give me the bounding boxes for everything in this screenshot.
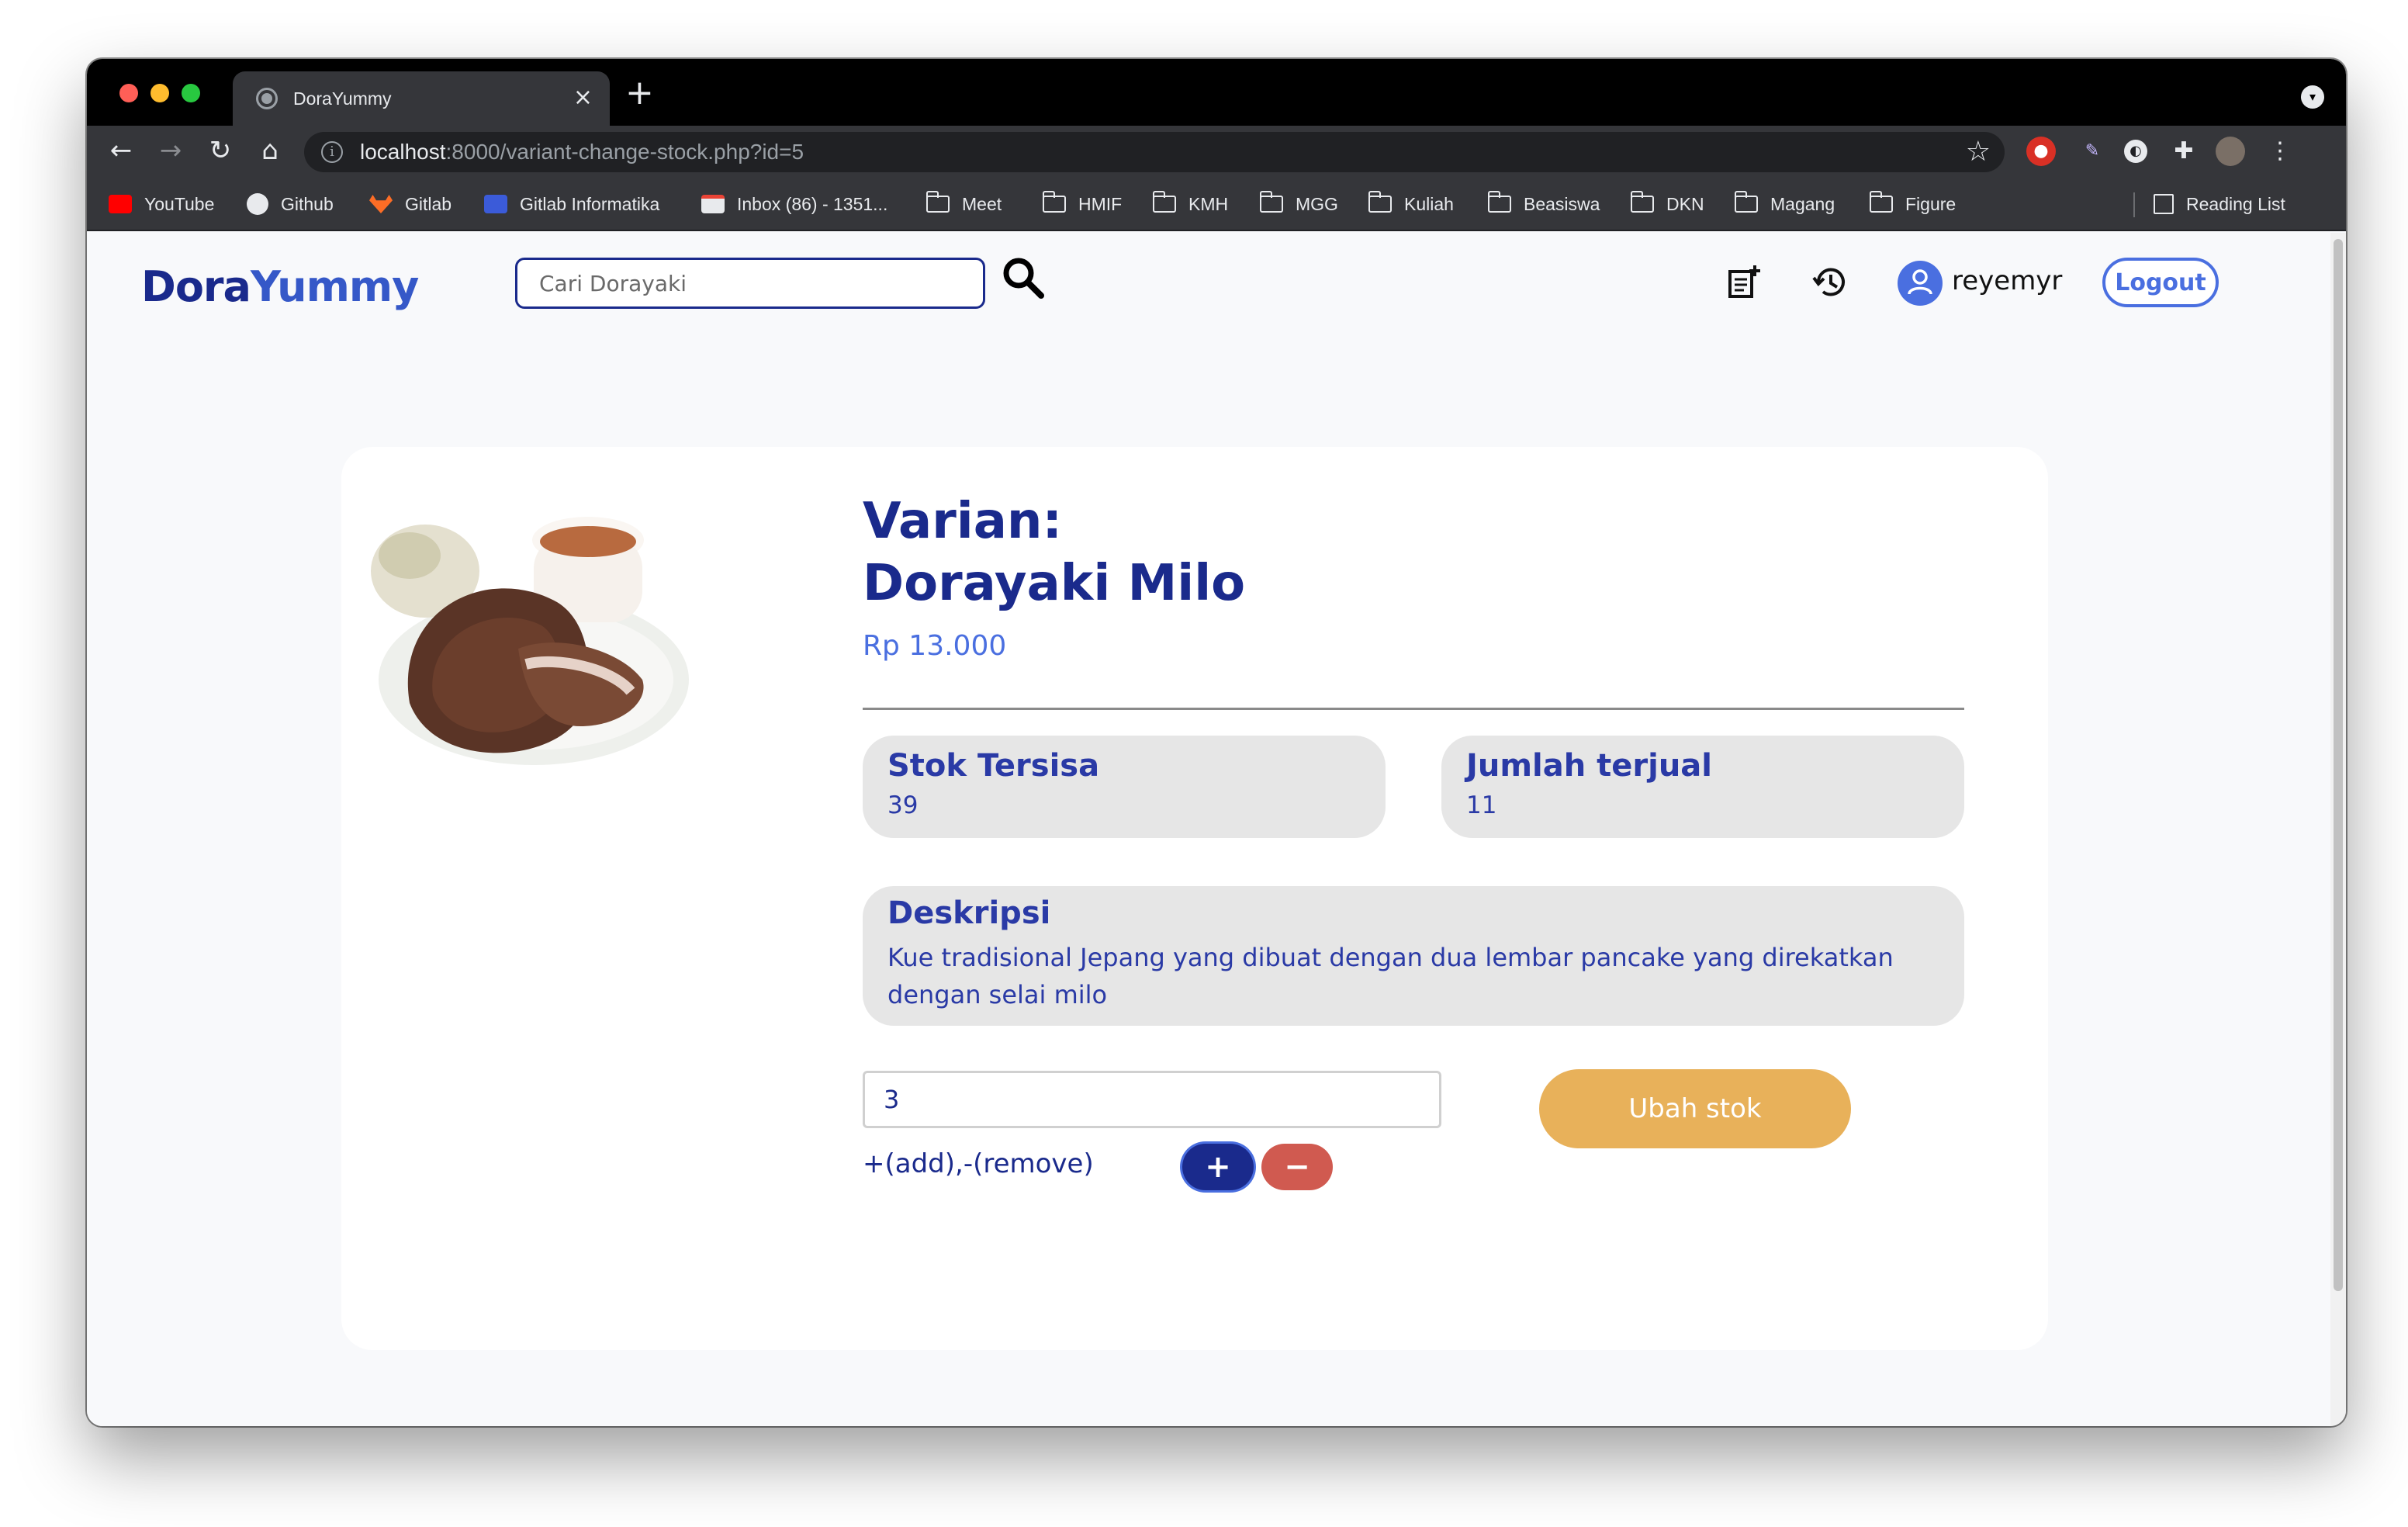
page-scrollbar[interactable]	[2330, 233, 2346, 1426]
bookmark-figure[interactable]: Figure	[1870, 191, 1956, 217]
brand-logo[interactable]: DoraYummy	[141, 262, 419, 311]
globe-icon	[256, 88, 278, 109]
url-text: localhost:8000/variant-change-stock.php?…	[360, 140, 804, 164]
new-tab-button[interactable]: +	[625, 76, 654, 110]
folder-icon	[1488, 191, 1511, 213]
units-sold-title: Jumlah terjual	[1466, 748, 1713, 784]
bookmark-github[interactable]: Github	[247, 191, 334, 217]
description-title: Deskripsi	[887, 895, 1051, 931]
stock-remaining-value: 39	[887, 791, 919, 819]
remove-mode-button[interactable]: −	[1261, 1144, 1333, 1190]
bookmark-kuliah[interactable]: Kuliah	[1368, 191, 1454, 217]
folder-icon	[1368, 191, 1392, 213]
back-arrow-icon[interactable]: ←	[106, 135, 137, 166]
folder-icon	[1870, 191, 1893, 213]
bookmark-magang[interactable]: Magang	[1735, 191, 1835, 217]
folder-icon	[926, 191, 950, 213]
close-icon[interactable]: ×	[573, 84, 593, 112]
folder-icon	[1153, 191, 1176, 213]
tab-title: DoraYummy	[293, 88, 392, 109]
add-variant-icon[interactable]	[1722, 261, 1766, 304]
gitlab-icon	[369, 195, 393, 213]
bookmark-gitlab-informatika[interactable]: Gitlab Informatika	[484, 191, 659, 217]
bookmark-youtube[interactable]: YouTube	[109, 191, 214, 217]
description-box: Deskripsi Kue tradisional Jepang yang di…	[863, 886, 1964, 1026]
bookmark-mgg[interactable]: MGG	[1260, 191, 1338, 217]
address-bar[interactable]: i localhost:8000/variant-change-stock.ph…	[304, 132, 2005, 172]
variant-name: Dorayaki Milo	[863, 555, 1246, 612]
youtube-icon	[109, 195, 132, 213]
extension-pen-icon[interactable]: ✎	[2078, 137, 2107, 166]
username-label[interactable]: reyemyr	[1952, 265, 2062, 296]
info-icon[interactable]: i	[321, 141, 343, 163]
bookmark-gitlab[interactable]: Gitlab	[369, 191, 452, 217]
browser-toolbar: ← → ↻ ⌂ i localhost:8000/variant-change-…	[87, 126, 2346, 177]
folder-icon	[1735, 191, 1758, 213]
kebab-menu-icon[interactable]: ⋮	[2265, 137, 2295, 166]
folder-icon	[1043, 191, 1066, 213]
extension-badge-icon[interactable]: ◐	[2124, 140, 2147, 163]
reading-list-icon	[2154, 194, 2174, 214]
gitlab-informatika-icon	[484, 195, 507, 213]
gmail-icon	[701, 195, 725, 213]
bookmark-kmh[interactable]: KMH	[1153, 191, 1228, 217]
change-stock-button[interactable]: Ubah stok	[1539, 1069, 1851, 1148]
stock-remaining-title: Stok Tersisa	[887, 748, 1100, 784]
units-sold-box: Jumlah terjual 11	[1441, 736, 1964, 838]
extension-shield-icon[interactable]: ●	[2026, 137, 2056, 166]
variant-price: Rp 13.000	[863, 630, 1007, 662]
scrollbar-thumb[interactable]	[2334, 239, 2343, 1291]
maximize-window-button[interactable]	[182, 84, 200, 102]
forward-arrow-icon[interactable]: →	[155, 135, 186, 166]
description-text: Kue tradisional Jepang yang dibuat denga…	[887, 943, 1894, 1009]
stock-change-hint: +(add),-(remove)	[863, 1148, 1094, 1179]
folder-icon	[1631, 191, 1654, 213]
variant-label: Varian:	[863, 493, 1063, 550]
home-icon[interactable]: ⌂	[254, 135, 285, 166]
bookmark-hmif[interactable]: HMIF	[1043, 191, 1122, 217]
close-window-button[interactable]	[119, 84, 138, 102]
browser-tab[interactable]: DoraYummy ×	[233, 71, 610, 126]
bookmarks-bar: YouTube Github Gitlab Gitlab Informatika…	[87, 177, 2346, 231]
bookmark-meet[interactable]: Meet	[926, 191, 1002, 217]
bookmark-dkn[interactable]: DKN	[1631, 191, 1704, 217]
github-icon	[247, 193, 268, 215]
dorayaki-product-image	[371, 517, 689, 765]
product-card: Varian: Dorayaki Milo Rp 13.000 Stok Ter…	[341, 447, 2048, 1350]
bookmark-inbox[interactable]: Inbox (86) - 1351...	[701, 191, 887, 217]
profile-avatar[interactable]	[2216, 137, 2245, 166]
search-icon[interactable]	[999, 254, 1046, 301]
add-mode-button[interactable]: +	[1182, 1144, 1254, 1190]
tab-strip: DoraYummy × + ▾	[87, 59, 2346, 126]
reload-icon[interactable]: ↻	[205, 135, 236, 166]
history-icon[interactable]	[1809, 261, 1853, 304]
minimize-window-button[interactable]	[150, 84, 169, 102]
units-sold-value: 11	[1466, 791, 1497, 819]
folder-icon	[1260, 191, 1283, 213]
divider	[863, 708, 1964, 710]
stock-remaining-box: Stok Tersisa 39	[863, 736, 1386, 838]
bookmark-star-icon[interactable]: ☆	[1966, 137, 1991, 168]
search-input[interactable]	[515, 258, 985, 309]
puzzle-icon[interactable]: ✚	[2169, 137, 2199, 166]
browser-window: DoraYummy × + ▾ ← → ↻ ⌂ i localhost:8000…	[87, 59, 2346, 1426]
user-avatar-icon[interactable]	[1898, 261, 1943, 306]
stock-change-input[interactable]	[863, 1071, 1441, 1128]
logout-button[interactable]: Logout	[2102, 258, 2219, 307]
bookmark-beasiswa[interactable]: Beasiswa	[1488, 191, 1600, 217]
bookmarks-separator	[2133, 192, 2135, 217]
tab-search-icon[interactable]: ▾	[2301, 85, 2324, 109]
web-page: DoraYummy reyemyr Logout	[87, 233, 2330, 1426]
reading-list-button[interactable]: Reading List	[2154, 191, 2285, 217]
